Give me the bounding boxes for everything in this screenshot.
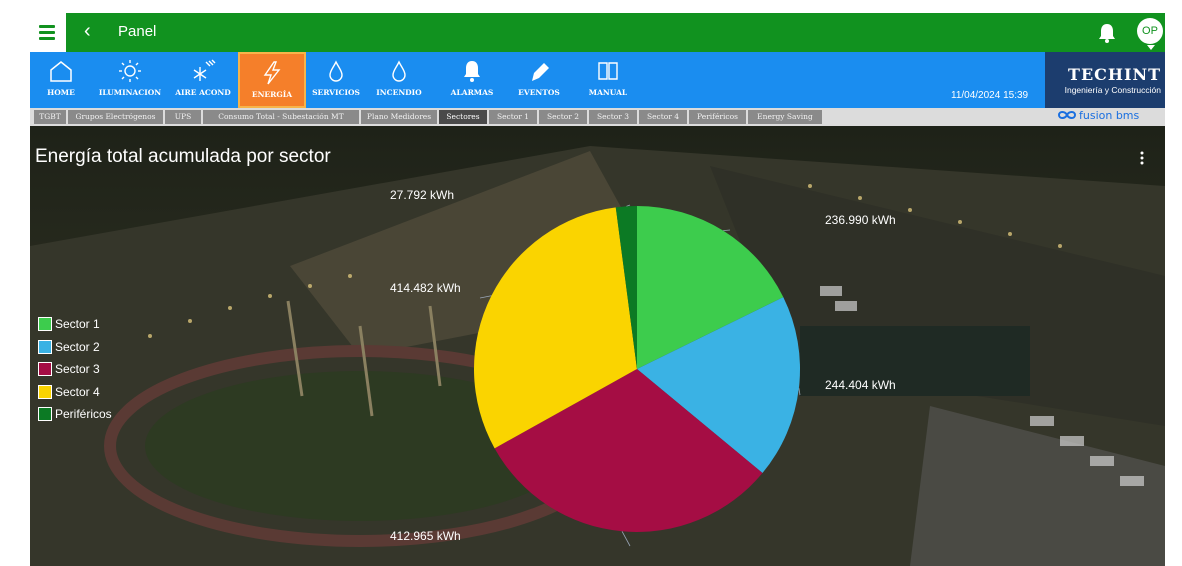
tab-consumo-total[interactable]: Consumo Total - Subestación MT [203, 110, 359, 124]
notifications-bell-icon[interactable] [1097, 22, 1117, 44]
tab-grupos-electrogenos[interactable]: Grupos Electrógenos [68, 110, 163, 124]
datetime: 11/04/2024 15:39 [951, 90, 1029, 101]
tab-perifericos[interactable]: Periféricos [689, 110, 746, 124]
pie-label-connector [621, 531, 631, 547]
home-icon [50, 61, 72, 82]
sun-icon [119, 60, 141, 82]
pie-data-label: 236.990 kWh [825, 213, 896, 227]
nav-manual[interactable]: MANUAL [572, 52, 644, 108]
tab-sectores[interactable]: Sectores [439, 110, 487, 124]
nav-incendio[interactable]: INCENDIO [366, 52, 432, 108]
pie-data-label: 244.404 kWh [825, 378, 896, 392]
tab-tgbt[interactable]: TGBT [34, 110, 66, 124]
nav-eventos[interactable]: EVENTOS [506, 52, 572, 108]
nav-aire-acond[interactable]: AIRE ACOND [168, 52, 238, 108]
chevron-down-icon[interactable] [1147, 45, 1155, 50]
tab-sector-3[interactable]: Sector 3 [589, 110, 637, 124]
snowflake-icon [193, 59, 216, 81]
infinity-icon [1058, 111, 1076, 119]
tab-sector-2[interactable]: Sector 2 [539, 110, 587, 124]
tab-sector-1[interactable]: Sector 1 [489, 110, 537, 124]
pie-data-label: 414.482 kWh [390, 281, 461, 295]
nav-home[interactable]: HOME [30, 52, 92, 108]
pie-chart: 236.990 kWh 244.404 kWh 412.965 kWh 414.482… [390, 188, 896, 547]
pencil-icon [532, 63, 549, 81]
top-bar: ‹ Panel OP [30, 13, 1165, 52]
pie-data-label: 27.792 kWh [390, 188, 454, 202]
water-drop-icon [392, 60, 406, 82]
tab-ups[interactable]: UPS [165, 110, 201, 124]
lightning-icon [263, 61, 281, 85]
tab-plano-medidores[interactable]: Plano Medidores [361, 110, 437, 124]
brand-logo: TECHINT Ingeniería y Construcción [1045, 52, 1165, 108]
bell-icon [464, 61, 480, 82]
nav-servicios[interactable]: SERVICIOS [306, 52, 366, 108]
page-title: Panel [118, 23, 157, 40]
tabs-bar: TGBT Grupos Electrógenos UPS Consumo Tot… [30, 108, 1165, 126]
chart-panel: Energía total acumulada por sector Secto… [30, 126, 1165, 566]
nav-energia[interactable]: ENERGÍA [238, 52, 306, 108]
book-icon [598, 62, 618, 80]
pie-label-connector [479, 295, 492, 299]
water-drop-icon [329, 60, 343, 82]
pie-data-label: 412.965 kWh [390, 529, 461, 543]
back-icon[interactable]: ‹ [84, 20, 91, 43]
pie-label-connector [626, 204, 631, 207]
tab-sector-4[interactable]: Sector 4 [639, 110, 687, 124]
tab-energy-saving[interactable]: Energy Saving [748, 110, 822, 124]
nav-iluminacion[interactable]: ILUMINACION [92, 52, 168, 108]
main-nav: HOME ILUMINACION AIRE ACOND ENERGÍA SERV… [30, 52, 1045, 108]
pie-label-connector [798, 388, 801, 396]
pie-label-connector [723, 229, 731, 232]
menu-icon[interactable] [30, 13, 66, 52]
avatar[interactable]: OP [1137, 18, 1163, 44]
fusion-bms-logo: fusion bms [1058, 109, 1139, 125]
nav-alarmas[interactable]: ALARMAS [438, 52, 506, 108]
